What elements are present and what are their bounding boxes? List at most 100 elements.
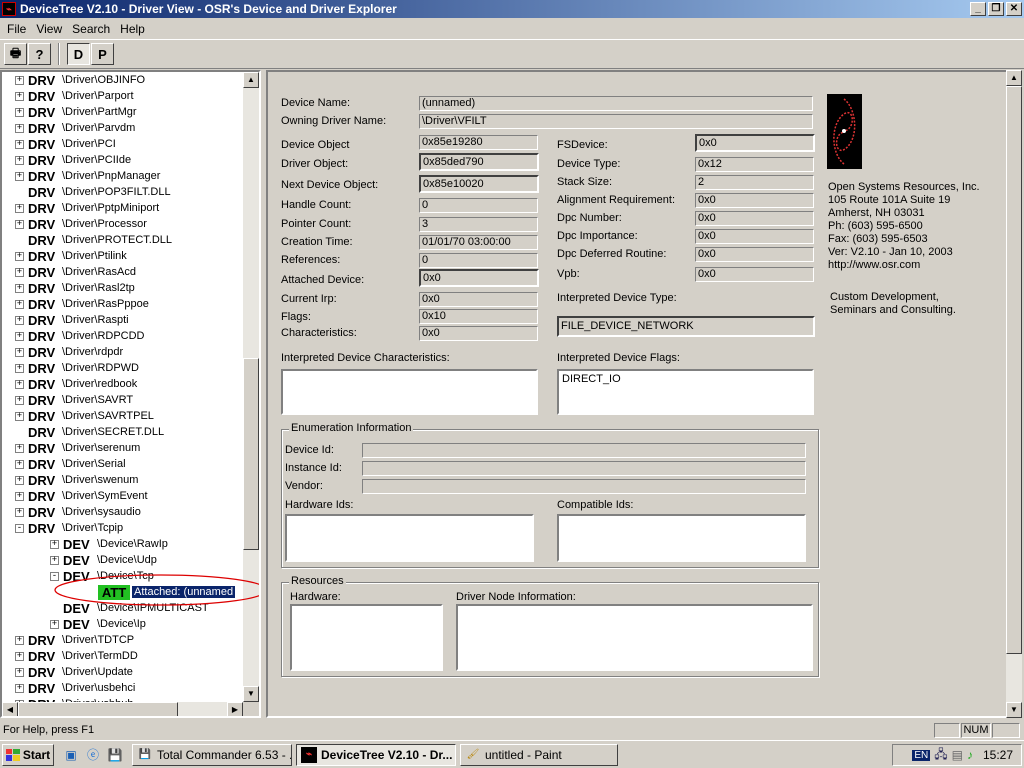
volume-tray-icon[interactable]: ♪	[967, 748, 973, 762]
interp-type-field[interactable]: FILE_DEVICE_NETWORK	[557, 316, 815, 337]
expand-icon[interactable]: +	[15, 315, 24, 325]
expand-icon[interactable]: +	[15, 155, 24, 165]
tree-item-label[interactable]: \Driver\PCI	[62, 138, 116, 150]
quicklaunch-disk-icon[interactable]: 💾	[106, 746, 124, 764]
tree-item[interactable]: + DRV \Driver\SAVRT	[15, 392, 133, 408]
tree-item[interactable]: + DRV \Driver\SymEvent	[15, 488, 148, 504]
start-button[interactable]: Start	[2, 743, 54, 766]
tree-item-label[interactable]: \Driver\usbehci	[62, 682, 135, 694]
task-paint[interactable]: 🖌 untitled - Paint	[460, 744, 618, 766]
tree-item-label[interactable]: \Driver\redbook	[62, 378, 137, 390]
tree-item[interactable]: + DRV \Driver\PptpMiniport	[15, 200, 159, 216]
tree-item-label[interactable]: \Device\Udp	[97, 554, 157, 566]
tree-item[interactable]: DRV \Driver\SECRET.DLL	[15, 424, 164, 440]
tree-item[interactable]: + DRV \Driver\sysaudio	[15, 504, 141, 520]
tree-item-label[interactable]: \Driver\Processor	[62, 218, 147, 230]
tree-item-label[interactable]: \Driver\Rasl2tp	[62, 282, 135, 294]
tree-item[interactable]: + DRV \Driver\redbook	[15, 376, 137, 392]
tree-item[interactable]: + DRV \Driver\usbehci	[15, 680, 135, 696]
expand-icon[interactable]: +	[15, 123, 24, 133]
device-object-field[interactable]: 0x85e19280	[419, 135, 538, 150]
tree-item[interactable]: + DEV \Device\Ip	[50, 616, 146, 632]
driver-node-box[interactable]	[456, 604, 813, 671]
expand-icon[interactable]: +	[15, 651, 24, 661]
expand-icon[interactable]: +	[15, 251, 24, 261]
creation-time-field[interactable]: 01/01/70 03:00:00	[419, 235, 538, 250]
tree-item[interactable]: + DRV \Driver\RasPppoe	[15, 296, 149, 312]
tree-item[interactable]: + DRV \Driver\PartMgr	[15, 104, 137, 120]
vpb-field[interactable]: 0x0	[695, 267, 814, 282]
close-button[interactable]: ✕	[1006, 2, 1022, 16]
tree-item-label[interactable]: \Driver\TDTCP	[62, 634, 134, 646]
tree-item-label[interactable]: \Driver\SECRET.DLL	[62, 426, 164, 438]
expand-icon[interactable]: +	[15, 635, 24, 645]
menu-help[interactable]: Help	[115, 22, 150, 36]
tree-item-label[interactable]: \Driver\RDPWD	[62, 362, 139, 374]
expand-icon[interactable]: +	[15, 75, 24, 85]
hscroll-thumb[interactable]	[18, 702, 178, 716]
tree-item[interactable]: + DRV \Driver\Parport	[15, 88, 134, 104]
tree-item-label[interactable]: \Driver\Tcpip	[62, 522, 123, 534]
device-name-field[interactable]: (unnamed)	[419, 96, 813, 111]
references-field[interactable]: 0	[419, 253, 538, 268]
collapse-icon[interactable]: -	[15, 523, 24, 533]
tree-item[interactable]: + DRV \Driver\PnpManager	[15, 168, 160, 184]
tree-item[interactable]: DRV \Driver\PROTECT.DLL	[15, 232, 172, 248]
hardware-resources-box[interactable]	[290, 604, 443, 671]
expand-icon[interactable]: +	[15, 395, 24, 405]
expand-icon[interactable]: +	[15, 475, 24, 485]
tree-item[interactable]: + DRV \Driver\Ptilink	[15, 248, 127, 264]
tree-item-label[interactable]: \Driver\Parvdm	[62, 122, 135, 134]
tree-item[interactable]: + DRV \Driver\Raspti	[15, 312, 129, 328]
tree-item-label[interactable]: \Driver\PCIIde	[62, 154, 131, 166]
expand-icon[interactable]: +	[15, 203, 24, 213]
dpc-number-field[interactable]: 0x0	[695, 211, 814, 226]
alignment-field[interactable]: 0x0	[695, 193, 814, 208]
tree-item-label[interactable]: \Driver\PptpMiniport	[62, 202, 159, 214]
task-devicetree[interactable]: ⌁ DeviceTree V2.10 - Dr...	[296, 744, 456, 766]
driver-view-button[interactable]: D	[67, 43, 90, 65]
tree-item-label[interactable]: \Driver\SAVRTPEL	[62, 410, 154, 422]
tree-item-label[interactable]: \Driver\POP3FILT.DLL	[62, 186, 171, 198]
tree-item-label[interactable]: \Driver\PROTECT.DLL	[62, 234, 172, 246]
expand-icon[interactable]: +	[50, 555, 59, 565]
tree-item[interactable]: + DRV \Driver\OBJINFO	[15, 72, 145, 88]
tree-item[interactable]: + DRV \Driver\SAVRTPEL	[15, 408, 154, 424]
devicetree-app-icon[interactable]: ⌁	[2, 2, 16, 16]
expand-icon[interactable]: +	[15, 459, 24, 469]
tree-item[interactable]: + DRV \Driver\TDTCP	[15, 632, 134, 648]
task-total-commander[interactable]: 💾 Total Commander 6.53 - ...	[132, 744, 292, 766]
tree-item[interactable]: + DRV \Driver\TermDD	[15, 648, 138, 664]
tree-item-label[interactable]: \Driver\OBJINFO	[62, 74, 145, 86]
hardware-ids-box[interactable]	[285, 514, 534, 562]
expand-icon[interactable]: +	[15, 267, 24, 277]
tree-item-label[interactable]: \Driver\swenum	[62, 474, 138, 486]
language-indicator[interactable]: EN	[912, 749, 931, 761]
attached-device-field[interactable]: 0x0	[419, 269, 539, 287]
tree-item[interactable]: + DRV \Driver\RasAcd	[15, 264, 136, 280]
expand-icon[interactable]: +	[15, 171, 24, 181]
tree-item[interactable]: + DRV \Driver\Parvdm	[15, 120, 135, 136]
tree-item[interactable]: + DRV \Driver\RDPWD	[15, 360, 139, 376]
details-vertical-scrollbar[interactable]: ▲ ▼	[1006, 70, 1022, 718]
tree-item-label[interactable]: \Driver\PartMgr	[62, 106, 137, 118]
tree-item[interactable]: + DRV \Driver\swenum	[15, 472, 138, 488]
owning-driver-field[interactable]: \Driver\VFILT	[419, 114, 813, 129]
tree-item-label[interactable]: \Driver\PnpManager	[62, 170, 160, 182]
expand-icon[interactable]: +	[15, 299, 24, 309]
expand-icon[interactable]: +	[15, 283, 24, 293]
clock[interactable]: 15:27	[983, 748, 1013, 762]
tree-item-label[interactable]: \Driver\rdpdr	[62, 346, 123, 358]
tree-item[interactable]: + DRV \Driver\Update	[15, 664, 133, 680]
tree-item[interactable]: + DRV \Driver\rdpdr	[15, 344, 123, 360]
scroll-left-arrow[interactable]: ◀	[2, 702, 18, 716]
tree-item-label[interactable]: \Driver\SymEvent	[62, 490, 148, 502]
tree-item-label[interactable]: \Driver\SAVRT	[62, 394, 133, 406]
tree-item-label[interactable]: \Driver\Raspti	[62, 314, 129, 326]
tree-item[interactable]: - DRV \Driver\Tcpip	[15, 520, 123, 536]
expand-icon[interactable]: +	[15, 139, 24, 149]
help-button[interactable]: ?	[28, 43, 51, 65]
device-id-field[interactable]	[362, 443, 806, 458]
interp-flags-box[interactable]: DIRECT_IO	[557, 369, 814, 415]
tree-item[interactable]: + DRV \Driver\Serial	[15, 456, 126, 472]
